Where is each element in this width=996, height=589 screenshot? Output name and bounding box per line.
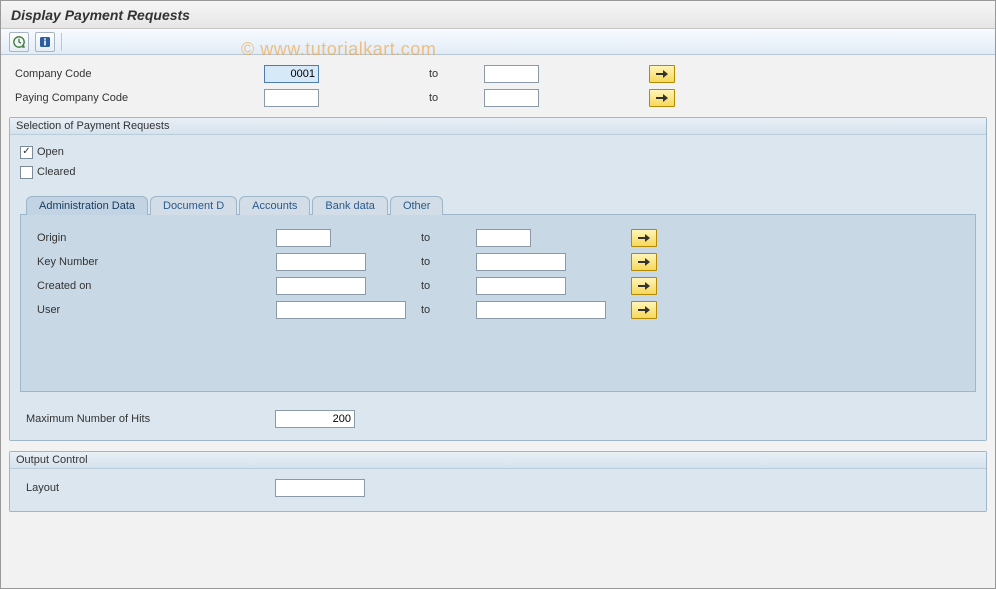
user-to-input[interactable]	[476, 301, 606, 319]
company-code-to-label: to	[429, 68, 484, 80]
tab-row: Administration Data Document D Accounts …	[20, 195, 976, 214]
row-origin: Origin to	[31, 227, 965, 249]
paying-company-code-input[interactable]	[264, 89, 319, 107]
created-on-to-label: to	[421, 280, 476, 292]
key-number-input[interactable]	[276, 253, 366, 271]
tab-document-d[interactable]: Document D	[150, 196, 237, 215]
tab-panel-administration-data: Origin to Key Number to	[20, 214, 976, 392]
tab-other[interactable]: Other	[390, 196, 444, 215]
key-number-multiselect-button[interactable]	[631, 253, 657, 271]
user-label: User	[31, 304, 276, 316]
company-code-input[interactable]	[264, 65, 319, 83]
output-control-body: Layout	[10, 469, 986, 511]
clock-execute-icon	[12, 35, 26, 49]
origin-to-label: to	[421, 232, 476, 244]
key-number-label: Key Number	[31, 256, 276, 268]
max-hits-label: Maximum Number of Hits	[20, 413, 275, 425]
arrow-right-icon	[656, 93, 668, 103]
created-on-to-input[interactable]	[476, 277, 566, 295]
layout-label: Layout	[20, 482, 275, 494]
arrow-right-icon	[638, 257, 650, 267]
paying-company-code-label: Paying Company Code	[9, 92, 264, 104]
paying-company-code-to-label: to	[429, 92, 484, 104]
toolbar-separator	[61, 33, 62, 51]
tab-accounts[interactable]: Accounts	[239, 196, 310, 215]
paying-company-code-to-input[interactable]	[484, 89, 539, 107]
cleared-checkbox[interactable]	[20, 166, 33, 179]
row-created-on: Created on to	[31, 275, 965, 297]
row-max-hits: Maximum Number of Hits	[20, 408, 976, 430]
selection-group-title: Selection of Payment Requests	[10, 118, 986, 135]
output-control-group: Output Control Layout	[9, 451, 987, 512]
cleared-checkbox-label: Cleared	[37, 166, 76, 178]
key-number-to-input[interactable]	[476, 253, 566, 271]
row-paying-company-code: Paying Company Code to	[9, 87, 987, 109]
origin-label: Origin	[31, 232, 276, 244]
created-on-label: Created on	[31, 280, 276, 292]
arrow-right-icon	[656, 69, 668, 79]
page-title: Display Payment Requests	[11, 7, 190, 23]
open-checkbox[interactable]: ✓	[20, 146, 33, 159]
company-code-label: Company Code	[9, 68, 264, 80]
info-icon	[38, 35, 52, 49]
max-hits-input[interactable]	[275, 410, 355, 428]
open-checkbox-row: ✓ Open	[20, 143, 976, 161]
paying-company-code-multiselect-button[interactable]	[649, 89, 675, 107]
origin-input[interactable]	[276, 229, 331, 247]
row-user: User to	[31, 299, 965, 321]
arrow-right-icon	[638, 305, 650, 315]
toolbar	[1, 29, 995, 55]
arrow-right-icon	[638, 281, 650, 291]
selection-group: Selection of Payment Requests ✓ Open Cle…	[9, 117, 987, 441]
output-control-title: Output Control	[10, 452, 986, 469]
key-number-to-label: to	[421, 256, 476, 268]
content-area: Company Code to Paying Company Code to S…	[1, 55, 995, 520]
row-layout: Layout	[20, 477, 976, 499]
title-bar: Display Payment Requests	[1, 1, 995, 29]
app-window: Display Payment Requests © www.tutorialk…	[0, 0, 996, 589]
user-input[interactable]	[276, 301, 406, 319]
user-multiselect-button[interactable]	[631, 301, 657, 319]
arrow-right-icon	[638, 233, 650, 243]
tab-bank-data[interactable]: Bank data	[312, 196, 388, 215]
cleared-checkbox-row: Cleared	[20, 163, 976, 181]
created-on-input[interactable]	[276, 277, 366, 295]
created-on-multiselect-button[interactable]	[631, 277, 657, 295]
selection-group-body: ✓ Open Cleared Administration Data Docum…	[10, 135, 986, 440]
tab-administration-data[interactable]: Administration Data	[26, 196, 148, 215]
info-button[interactable]	[35, 32, 55, 52]
open-checkbox-label: Open	[37, 146, 64, 158]
company-code-to-input[interactable]	[484, 65, 539, 83]
row-company-code: Company Code to	[9, 63, 987, 85]
company-code-multiselect-button[interactable]	[649, 65, 675, 83]
layout-input[interactable]	[275, 479, 365, 497]
tab-strip: Administration Data Document D Accounts …	[20, 195, 976, 392]
execute-button[interactable]	[9, 32, 29, 52]
user-to-label: to	[421, 304, 476, 316]
origin-to-input[interactable]	[476, 229, 531, 247]
origin-multiselect-button[interactable]	[631, 229, 657, 247]
row-key-number: Key Number to	[31, 251, 965, 273]
